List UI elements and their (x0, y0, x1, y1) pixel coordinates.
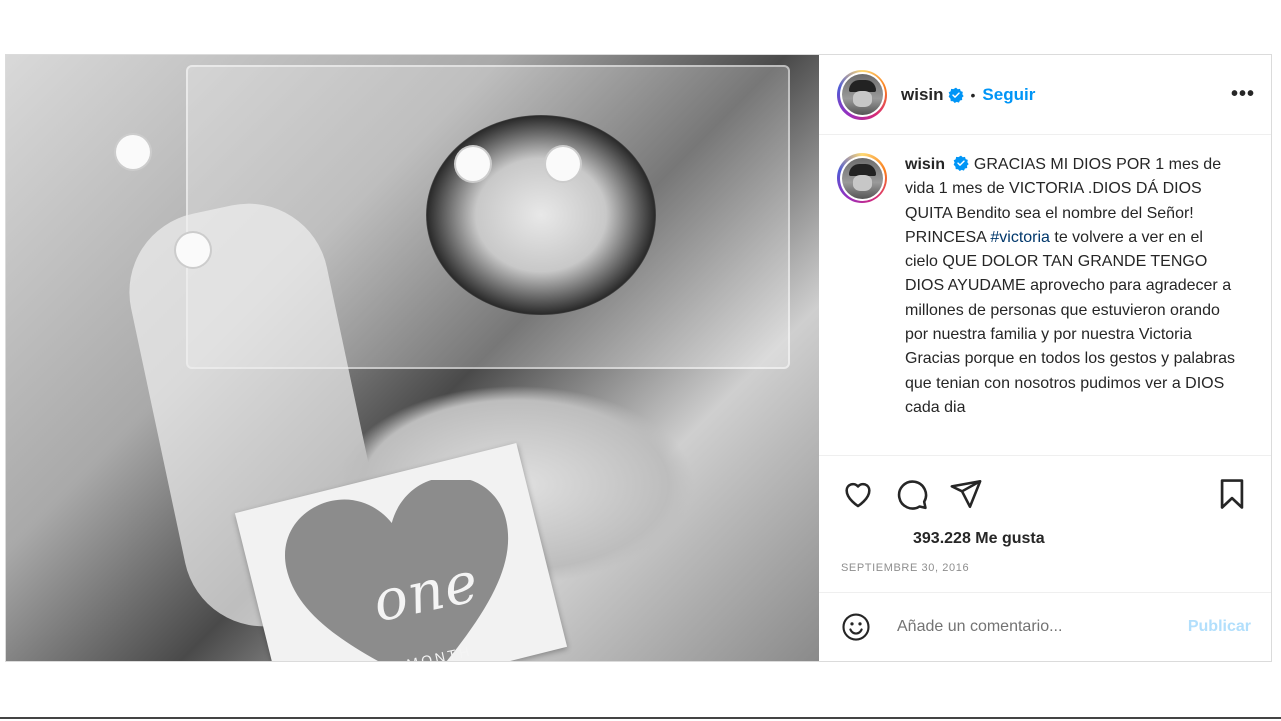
action-bar (819, 456, 1271, 511)
post-date: SEPTIEMBRE 30, 2016 (841, 562, 970, 574)
instagram-post: one MONTH wisin • Seguir ••• wisin GRACI… (5, 54, 1272, 662)
incubator-knob (116, 135, 150, 169)
comment-bar: Publicar (819, 592, 1271, 661)
publish-button[interactable]: Publicar (1188, 618, 1251, 636)
separator-dot: • (970, 86, 976, 103)
caption-text: wisin GRACIAS MI DIOS POR 1 mes de vida … (905, 153, 1235, 455)
likes-count[interactable]: 393.228 Me gusta (819, 508, 1271, 548)
avatar[interactable] (837, 69, 887, 120)
comment-input[interactable] (895, 617, 1188, 637)
paper-plane-icon[interactable] (949, 477, 983, 511)
incubator-knob (456, 147, 490, 181)
incubator-knob (546, 147, 580, 181)
hashtag-link[interactable]: #victoria (990, 229, 1050, 246)
username[interactable]: wisin (901, 85, 944, 105)
avatar-image (841, 157, 883, 199)
post-image[interactable]: one MONTH (6, 55, 819, 661)
bottom-border (0, 717, 1281, 719)
heart-icon[interactable] (841, 477, 875, 511)
caption-body-rest: te volvere a ver en el cielo QUE DOLOR T… (905, 228, 1235, 416)
caption-username[interactable]: wisin (905, 156, 945, 173)
comment-icon[interactable] (895, 477, 929, 511)
bookmark-icon[interactable] (1215, 477, 1249, 511)
emoji-icon[interactable] (841, 612, 871, 642)
more-options-button[interactable]: ••• (1231, 83, 1255, 106)
caption-area: wisin GRACIAS MI DIOS POR 1 mes de vida … (819, 135, 1271, 456)
verified-badge-icon (953, 155, 970, 171)
follow-button[interactable]: Seguir (982, 85, 1035, 105)
verified-badge-icon (948, 87, 964, 103)
incubator-knob (176, 233, 210, 267)
mother-face (426, 115, 656, 315)
post-sidebar: wisin • Seguir ••• wisin GRACIAS MI DIOS… (819, 55, 1271, 661)
caption-avatar[interactable] (837, 153, 887, 203)
post-header: wisin • Seguir ••• (819, 55, 1271, 135)
avatar-image (841, 74, 883, 115)
